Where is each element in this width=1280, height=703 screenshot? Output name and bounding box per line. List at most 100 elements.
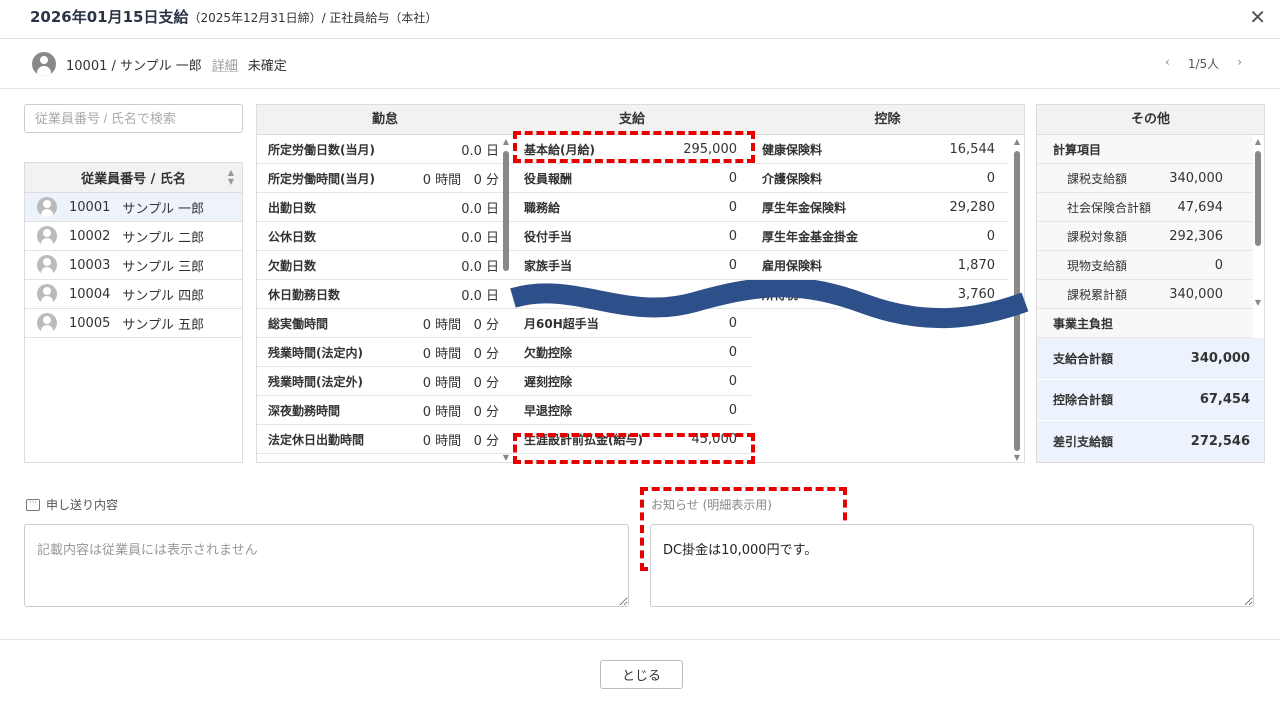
row-value[interactable]: 0 時間 0 分 — [423, 459, 499, 463]
row-value[interactable]: 16,544 — [950, 142, 996, 157]
attendance-row: 所定労働日数(当月) 0.0 日 — [257, 135, 513, 164]
other-row: 計算項目 — [1037, 135, 1253, 164]
close-icon[interactable]: ✕ — [1249, 5, 1266, 29]
avatar — [37, 284, 57, 304]
other-row: 社会保険合計額 47,694 — [1037, 193, 1253, 222]
employee-list-item[interactable]: 10002 サンプル 二郎 — [25, 222, 242, 251]
row-value[interactable]: 340,000 — [1169, 287, 1223, 302]
row-label: 事業主負担 — [1053, 316, 1114, 331]
total-label: 控除合計額 — [1053, 393, 1114, 408]
other-row: 課税累計額 340,000 — [1037, 280, 1253, 309]
attendance-row: 法定休日出勤時間 0 時間 0 分 — [257, 425, 513, 454]
deduction-header: 控除 — [751, 105, 1024, 135]
payment-row: 早退控除 0 — [513, 396, 751, 425]
row-value[interactable]: 0.0 日 — [461, 227, 499, 246]
chevron-left-icon[interactable]: ‹ — [1165, 55, 1170, 72]
employee-id: 10002 — [69, 228, 111, 244]
attendance-row: 深夜勤務時間 0 時間 0 分 — [257, 396, 513, 425]
row-value[interactable]: 0 — [729, 403, 737, 418]
row-value[interactable]: 0 — [729, 200, 737, 215]
row-value[interactable]: 0 時間 0 分 — [423, 430, 499, 449]
scrollbar[interactable]: ▲ ▼ — [1253, 137, 1263, 307]
employee-list-item[interactable]: 10004 サンプル 四郎 — [25, 280, 242, 309]
row-value[interactable]: 45,000 — [692, 432, 738, 447]
chevron-right-icon[interactable]: › — [1237, 55, 1242, 72]
row-label: 休日勤務日数 — [268, 287, 341, 302]
row-label: 課税累計額 — [1067, 287, 1128, 302]
divider — [0, 38, 1280, 39]
attendance-row: 欠勤日数 0.0 日 — [257, 251, 513, 280]
employee-name: サンプル 三郎 — [122, 259, 205, 275]
notice-textarea[interactable]: DC掛金は10,000円です。 — [650, 524, 1254, 607]
row-value[interactable]: 0 時間 0 分 — [423, 401, 499, 420]
row-label: 出勤日数 — [268, 200, 317, 215]
payment-row: 基本給(月給) 295,000 — [513, 135, 751, 164]
row-label: 雇用保険料 — [762, 258, 823, 273]
row-value[interactable]: 0 — [987, 171, 995, 186]
row-value[interactable]: 0 — [1215, 258, 1223, 273]
row-value[interactable]: 47,694 — [1178, 200, 1224, 215]
employee-list-item[interactable]: 10005 サンプル 五郎 — [25, 309, 242, 338]
detail-link[interactable]: 詳細 — [212, 55, 238, 74]
row-value[interactable]: 0 — [729, 258, 737, 273]
row-value[interactable]: 0 時間 0 分 — [423, 372, 499, 391]
employee-list-item[interactable]: 10003 サンプル 三郎 — [25, 251, 242, 280]
employee-list-header[interactable]: 従業員番号 / 氏名 ▲ ▼ — [25, 163, 242, 193]
row-value[interactable]: 0 時間 0 分 — [423, 343, 499, 362]
row-label: 役員報酬 — [524, 171, 573, 186]
employee-list-item[interactable]: 10001 サンプル 一郎 — [25, 193, 242, 222]
row-value[interactable]: 0 — [729, 374, 737, 389]
row-value[interactable]: 0.0 日 — [461, 285, 499, 304]
deduction-row: 雇用保険料 1,870 — [751, 251, 1009, 280]
deduction-row: 介護保険料 0 — [751, 164, 1009, 193]
employee-id: 10001 — [69, 199, 111, 215]
avatar — [32, 52, 56, 76]
deduction-row: 厚生年金保険料 29,280 — [751, 193, 1009, 222]
row-value[interactable]: 29,280 — [950, 200, 996, 215]
row-label: 社会保険合計額 — [1067, 200, 1152, 215]
row-label: 現物支給額 — [1067, 258, 1128, 273]
total-row: 控除合計額 67,454 — [1037, 379, 1264, 421]
memo-textarea[interactable] — [24, 524, 629, 607]
search-input[interactable] — [24, 104, 243, 133]
avatar — [37, 255, 57, 275]
row-value[interactable]: 0 時間 0 分 — [423, 169, 499, 188]
row-value[interactable]: 0 — [987, 229, 995, 244]
row-value[interactable]: 0 時間 0 分 — [423, 314, 499, 333]
payment-row: 欠勤控除 0 — [513, 338, 751, 367]
row-value[interactable]: 0.0 日 — [461, 198, 499, 217]
row-label: 早退控除 — [524, 403, 573, 418]
row-value[interactable]: 292,306 — [1169, 229, 1223, 244]
row-value[interactable]: 0 — [729, 345, 737, 360]
row-value[interactable]: 0 — [729, 171, 737, 186]
row-label: 所定労働日数(当月) — [268, 142, 375, 157]
avatar — [37, 197, 57, 217]
row-label: 公休日数 — [268, 229, 317, 244]
other-panel: その他 計算項目 課税支給額 340,000 社会保険合計額 47,694 課税対象額 29… — [1036, 104, 1265, 463]
status-badge: 未確定 — [247, 58, 287, 74]
row-value[interactable]: 1,870 — [958, 258, 995, 273]
total-row: 差引支給額 272,546 — [1037, 421, 1264, 462]
other-row: 課税支給額 340,000 — [1037, 164, 1253, 193]
row-value[interactable]: 340,000 — [1169, 171, 1223, 186]
other-header: その他 — [1037, 105, 1264, 135]
row-value[interactable]: 0.0 日 — [461, 140, 499, 159]
row-value[interactable]: 0 — [729, 229, 737, 244]
row-label: 総実働時間 — [268, 316, 329, 331]
row-value[interactable]: 0.0 日 — [461, 256, 499, 275]
row-label: 介護保険料 — [762, 171, 823, 186]
attendance-header: 勤怠 — [257, 105, 513, 135]
row-label: 役付手当 — [524, 229, 573, 244]
other-row: 課税対象額 292,306 — [1037, 222, 1253, 251]
payment-row: 職務給 0 — [513, 193, 751, 222]
row-value[interactable]: 295,000 — [683, 142, 737, 157]
close-button[interactable]: とじる — [600, 660, 683, 689]
divider — [0, 88, 1280, 89]
row-label: 遅刻控除 — [524, 374, 573, 389]
row-label: 職務給 — [524, 200, 561, 215]
row-label: 所定労働時間(当月) — [268, 171, 375, 186]
row-label: 残業時間(法定内) — [268, 345, 363, 360]
memo-label: ··· 申し送り内容 — [26, 496, 118, 513]
row-label: 基本給(月給) — [524, 142, 595, 157]
sort-icon[interactable]: ▲ ▼ — [228, 168, 234, 186]
